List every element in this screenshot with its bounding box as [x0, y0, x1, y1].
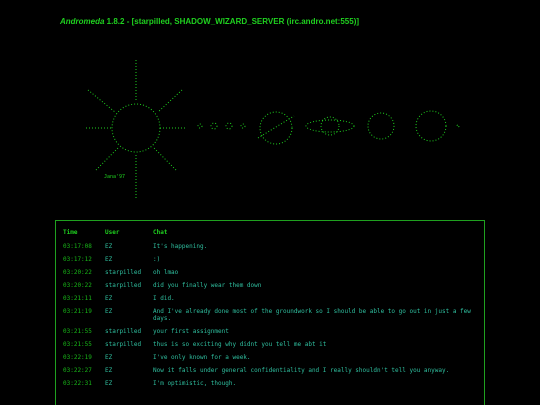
chat-row: 03:21:19 EZ And I've already done most o… — [60, 305, 480, 325]
sun-ray-bottom-left — [95, 147, 119, 171]
sun-body — [111, 103, 161, 153]
planet-uranus — [367, 112, 395, 140]
column-header-chat: Chat — [153, 229, 168, 236]
chat-row: 03:21:11 EZ I did. — [60, 292, 480, 305]
chat-time: 03:17:08 — [63, 243, 92, 250]
chat-user[interactable]: EZ — [102, 292, 150, 305]
chat-header-row: Time User Chat — [60, 227, 480, 240]
planet-mars — [240, 123, 246, 129]
ascii-art-banner: Jana'97 — [0, 40, 540, 220]
chat-row: 03:17:08 EZ It's happening. — [60, 240, 480, 253]
chat-user[interactable]: EZ — [102, 377, 150, 390]
chat-row: 03:21:55 starpilled thus is so exciting … — [60, 338, 480, 351]
connection-info: 1.8.2 - [starpilled, SHADOW_WIZARD_SERVE… — [104, 17, 360, 26]
saturn-rings — [305, 119, 355, 133]
chat-user[interactable]: EZ — [102, 240, 150, 253]
chat-message: your first assignment — [153, 328, 229, 335]
chat-message: :) — [153, 256, 161, 263]
chat-time: 03:21:19 — [63, 308, 92, 315]
planet-mercury — [197, 123, 203, 129]
sun-ray-top-right — [157, 89, 183, 113]
chat-row: 03:22:31 EZ I'm optimistic, though. — [60, 377, 480, 390]
chat-row: 03:20:22 starpilled oh lmao — [60, 266, 480, 279]
chat-user[interactable]: EZ — [102, 364, 150, 377]
chat-message: And I've already done most of the ground… — [153, 308, 471, 322]
planet-pluto — [456, 124, 460, 128]
chat-time: 03:21:11 — [63, 295, 92, 302]
chat-time: 03:17:12 — [63, 256, 92, 263]
chat-time: 03:20:22 — [63, 282, 92, 289]
planet-earth — [225, 122, 233, 130]
chat-user[interactable]: EZ — [102, 305, 150, 325]
chat-time: 03:22:27 — [63, 367, 92, 374]
window-title: Andromeda 1.8.2 - [starpilled, SHADOW_WI… — [60, 17, 359, 26]
chat-message: I did. — [153, 295, 175, 302]
chat-log-panel[interactable]: Time User Chat 03:17:08 EZ It's happenin… — [55, 220, 485, 405]
ascii-solar-system: Jana'97 — [86, 60, 460, 198]
chat-row: 03:22:27 EZ Now it falls under general c… — [60, 364, 480, 377]
column-header-time: Time — [63, 229, 78, 236]
chat-message: oh lmao — [153, 269, 179, 276]
chat-user[interactable]: EZ — [102, 351, 150, 364]
chat-user[interactable]: EZ — [102, 253, 150, 266]
chat-time: 03:21:55 — [63, 341, 92, 348]
jupiter-band — [257, 115, 295, 139]
planet-saturn — [320, 116, 340, 136]
planet-neptune — [415, 110, 447, 142]
chat-message: thus is so exciting why didnt you tell m… — [153, 341, 327, 348]
chat-message: It's happening. — [153, 243, 208, 250]
chat-user[interactable]: starpilled — [102, 279, 150, 292]
chat-message: I've only known for a week. — [153, 354, 251, 361]
chat-user[interactable]: starpilled — [102, 266, 150, 279]
art-signature: Jana'97 — [104, 174, 125, 180]
chat-time: 03:20:22 — [63, 269, 92, 276]
chat-user[interactable]: starpilled — [102, 338, 150, 351]
app-name: Andromeda — [60, 17, 105, 26]
sun-ray-top-left — [87, 89, 116, 113]
chat-log-table: Time User Chat 03:17:08 EZ It's happenin… — [60, 227, 480, 390]
sun-ray-bottom-right — [153, 147, 177, 171]
planet-jupiter — [259, 111, 293, 145]
chat-row: 03:20:22 starpilled did you finally wear… — [60, 279, 480, 292]
planet-venus — [210, 122, 218, 130]
chat-message: Now it falls under general confidentiali… — [153, 367, 450, 374]
chat-time: 03:22:31 — [63, 380, 92, 387]
chat-time: 03:21:55 — [63, 328, 92, 335]
chat-row: 03:21:55 starpilled your first assignmen… — [60, 325, 480, 338]
chat-time: 03:22:19 — [63, 354, 92, 361]
chat-message: I'm optimistic, though. — [153, 380, 237, 387]
chat-row: 03:22:19 EZ I've only known for a week. — [60, 351, 480, 364]
chat-user[interactable]: starpilled — [102, 325, 150, 338]
chat-message: did you finally wear them down — [153, 282, 262, 289]
column-header-user: User — [105, 229, 120, 236]
chat-row: 03:17:12 EZ :) — [60, 253, 480, 266]
